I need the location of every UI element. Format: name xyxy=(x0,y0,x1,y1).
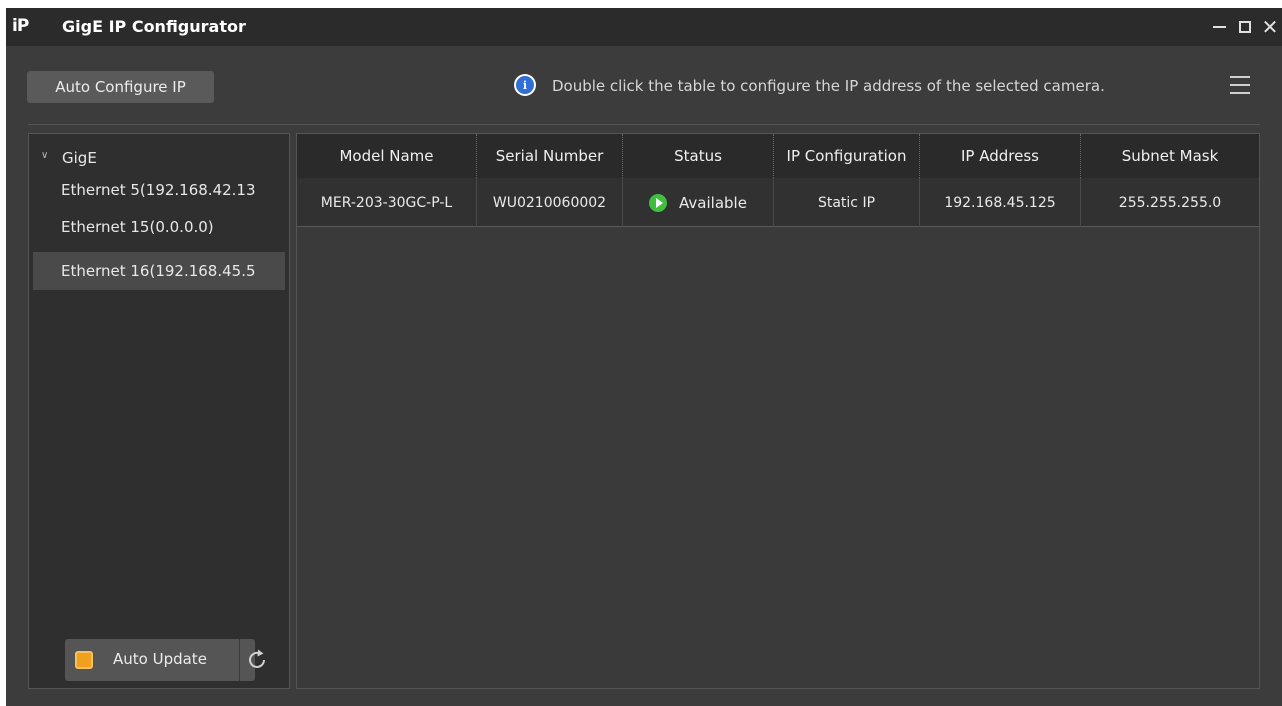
info-message: Double click the table to configure the … xyxy=(552,77,1105,95)
tree-item-label: Ethernet 15(0.0.0.0) xyxy=(61,218,214,236)
tree-item-label: Ethernet 16(192.168.45.5 xyxy=(61,262,256,280)
cell-subnet-mask[interactable]: 255.255.255.0 xyxy=(1081,178,1259,227)
tree-root-label: GigE xyxy=(62,149,97,167)
divider xyxy=(28,124,1260,125)
chevron-down-icon[interactable]: ∨ xyxy=(41,150,48,161)
column-header-ip-configuration[interactable]: IP Configuration xyxy=(774,134,920,178)
divider xyxy=(239,639,240,681)
play-circle-icon xyxy=(649,193,668,212)
auto-configure-ip-button[interactable]: Auto Configure IP xyxy=(27,71,214,103)
auto-update-checkbox[interactable] xyxy=(75,651,93,669)
table-header: Model Name Serial Number Status IP Confi… xyxy=(297,134,1259,178)
close-button[interactable]: ✕ xyxy=(1257,14,1282,40)
info-icon: i xyxy=(514,74,536,96)
column-header-ip-address[interactable]: IP Address xyxy=(920,134,1081,178)
camera-table[interactable]: Model Name Serial Number Status IP Confi… xyxy=(296,133,1260,689)
tree-item-ethernet-5[interactable]: Ethernet 5(192.168.42.13 xyxy=(33,172,285,208)
status-text: Available xyxy=(679,193,747,212)
auto-update-label[interactable]: Auto Update xyxy=(113,650,207,668)
column-header-status[interactable]: Status xyxy=(623,134,774,178)
tree-root-gige[interactable]: ∨ GigE xyxy=(29,146,289,172)
auto-update-control: Auto Update xyxy=(65,639,265,681)
column-header-serial-number[interactable]: Serial Number xyxy=(477,134,623,178)
window-title: GigE IP Configurator xyxy=(62,17,246,36)
cell-status[interactable]: Available xyxy=(623,178,774,227)
tree-item-label: Ethernet 5(192.168.42.13 xyxy=(61,181,256,199)
network-tree-panel: ∨ GigE Ethernet 5(192.168.42.13 Ethernet… xyxy=(28,133,290,689)
app-logo: iP xyxy=(12,16,29,36)
refresh-icon[interactable] xyxy=(245,648,269,672)
maximize-icon xyxy=(1239,21,1251,33)
column-header-model-name[interactable]: Model Name xyxy=(297,134,477,178)
hamburger-menu-icon[interactable] xyxy=(1230,76,1250,94)
maximize-button[interactable] xyxy=(1232,14,1258,40)
table-row[interactable]: MER-203-30GC-P-L WU0210060002 Available … xyxy=(297,178,1259,227)
title-bar: iP GigE IP Configurator ✕ xyxy=(6,8,1282,46)
app-window: iP GigE IP Configurator ✕ Auto Configure… xyxy=(6,8,1282,706)
cell-model-name[interactable]: MER-203-30GC-P-L xyxy=(297,178,477,227)
tree-item-ethernet-15[interactable]: Ethernet 15(0.0.0.0) xyxy=(33,208,285,252)
close-icon: ✕ xyxy=(1261,15,1279,39)
cell-ip-address[interactable]: 192.168.45.125 xyxy=(920,178,1081,227)
minimize-icon xyxy=(1212,26,1226,28)
minimize-button[interactable] xyxy=(1206,14,1232,40)
cell-ip-configuration[interactable]: Static IP xyxy=(774,178,920,227)
column-header-subnet-mask[interactable]: Subnet Mask xyxy=(1081,134,1259,178)
tree-item-ethernet-16[interactable]: Ethernet 16(192.168.45.5 xyxy=(33,252,285,290)
cell-serial-number[interactable]: WU0210060002 xyxy=(477,178,623,227)
